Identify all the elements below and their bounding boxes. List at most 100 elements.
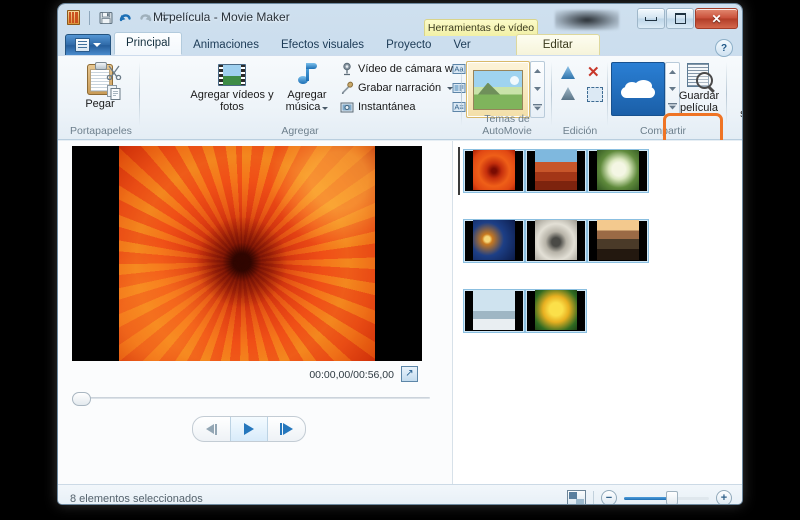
zoom-fill: [624, 497, 670, 500]
chevron-up-icon[interactable]: [533, 68, 542, 74]
clip-thumbnail: [535, 290, 577, 330]
status-divider: [593, 491, 594, 505]
maximize-button[interactable]: [666, 8, 694, 29]
status-bar-right: − +: [567, 490, 732, 504]
play-icon: [244, 423, 254, 435]
video-preview[interactable]: [72, 146, 422, 361]
save-movie-label-line1: Guardar película: [668, 90, 730, 114]
close-button[interactable]: ✕: [695, 8, 738, 29]
automovie-theme-item[interactable]: [466, 61, 530, 118]
group-label-temas-automovie: Temas de AutoMovie: [462, 113, 552, 137]
gallery-expand-icon[interactable]: [533, 104, 542, 111]
fullscreen-button[interactable]: ↗: [401, 366, 418, 382]
ribbon-tab-strip: Principal Animaciones Efectos visuales P…: [58, 34, 742, 55]
storyboard-clip-5[interactable]: [525, 219, 587, 263]
ribbon-group-compartir: Guardar película Iniciar sesión Comparti…: [608, 56, 738, 139]
tab-ver[interactable]: Ver: [442, 35, 481, 55]
fade-out-icon[interactable]: [561, 87, 575, 100]
music-note-icon: [296, 62, 318, 86]
ribbon-group-agregar: Agregar vídeos y fotos Agregar música: [140, 56, 462, 139]
storyboard-clip-6[interactable]: [587, 219, 649, 263]
movie-maker-window: Mi película - Movie Maker Herramientas d…: [58, 4, 742, 504]
storyboard-clip-7[interactable]: [463, 289, 525, 333]
clip-thumbnail: [597, 150, 639, 190]
storyboard-clip-8[interactable]: [525, 289, 587, 333]
webcam-video-label: Vídeo de cámara web: [358, 63, 465, 75]
title-glow: [555, 10, 619, 30]
tab-editar[interactable]: Editar: [516, 34, 600, 55]
group-label-edicion: Edición: [552, 125, 608, 137]
add-music-label: Agregar música: [286, 89, 327, 113]
storyboard-pane[interactable]: [453, 141, 742, 484]
file-menu-button[interactable]: [65, 34, 111, 56]
close-icon: ✕: [711, 13, 721, 25]
record-narration-label: Grabar narración: [358, 82, 441, 94]
screenshot-root: Mi película - Movie Maker Herramientas d…: [0, 0, 800, 520]
add-videos-photos-label: Agregar vídeos y fotos: [190, 89, 274, 113]
onedrive-button[interactable]: [611, 62, 665, 116]
microphone-icon: [340, 81, 354, 95]
playhead-indicator[interactable]: [458, 147, 460, 195]
ribbon-group-temas-automovie: Temas de AutoMovie: [462, 56, 552, 139]
copy-button[interactable]: [106, 84, 122, 100]
chevron-down-icon[interactable]: [533, 86, 542, 92]
storyboard-view-icon[interactable]: [567, 490, 586, 504]
webcam-video-button[interactable]: Vídeo de cámara web: [340, 62, 465, 76]
chevron-down-icon: [93, 43, 101, 47]
tab-animaciones[interactable]: Animaciones: [182, 35, 270, 55]
seek-handle[interactable]: [72, 392, 91, 406]
zoom-slider[interactable]: [624, 491, 709, 504]
paste-button[interactable]: Pegar: [68, 64, 132, 110]
tab-efectos-visuales[interactable]: Efectos visuales: [270, 35, 375, 55]
webcam-icon: [340, 62, 354, 76]
snapshot-button[interactable]: Instantánea: [340, 100, 465, 114]
help-icon[interactable]: ?: [715, 39, 733, 57]
play-button[interactable]: [230, 417, 269, 441]
storyboard-clip-3[interactable]: [587, 149, 649, 193]
remove-red-x-icon[interactable]: ✕: [587, 66, 607, 79]
sign-in-label: Iniciar sesión: [732, 96, 742, 120]
previous-frame-button[interactable]: [193, 417, 230, 441]
snapshot-label: Instantánea: [358, 101, 416, 113]
next-frame-button[interactable]: [268, 417, 305, 441]
fullscreen-icon: ↗: [405, 369, 413, 379]
next-frame-icon: [283, 423, 293, 435]
select-all-icon[interactable]: [587, 87, 603, 102]
theme-thumbnail-icon: [473, 70, 523, 110]
automovie-gallery-scroll[interactable]: [530, 61, 545, 118]
seek-slider[interactable]: [72, 392, 432, 404]
zoom-in-button[interactable]: +: [716, 490, 732, 504]
onedrive-icon: [621, 81, 655, 98]
group-separator: [726, 62, 727, 126]
clip-thumbnail: [473, 290, 515, 330]
chevron-down-icon: [322, 107, 328, 110]
preview-pane: 00:00,00/00:56,00 ↗: [58, 141, 452, 484]
add-videos-photos-button[interactable]: Agregar vídeos y fotos: [190, 64, 274, 113]
group-label-agregar: Agregar: [230, 125, 370, 137]
selection-status-text: 8 elementos seleccionados: [70, 493, 203, 504]
sign-in-button[interactable]: Iniciar sesión: [732, 65, 742, 120]
record-narration-button[interactable]: Grabar narración: [340, 81, 465, 95]
group-label-portapapeles: Portapapeles: [62, 125, 140, 137]
fade-in-icon[interactable]: [561, 66, 575, 79]
storyboard-clip-4[interactable]: [463, 219, 525, 263]
cut-button[interactable]: [106, 64, 122, 80]
zoom-handle[interactable]: [666, 491, 678, 504]
storyboard-clip-2[interactable]: [525, 149, 587, 193]
minimize-button[interactable]: [637, 8, 665, 29]
ribbon: ? Pegar: [58, 55, 742, 140]
ribbon-tabs: Principal Animaciones Efectos visuales P…: [114, 34, 600, 55]
window-controls: ✕: [636, 8, 738, 29]
tab-principal[interactable]: Principal: [114, 32, 182, 55]
minimize-icon: [645, 17, 657, 21]
add-music-button[interactable]: Agregar música: [276, 62, 338, 113]
snapshot-icon: [340, 100, 354, 114]
previous-frame-icon: [206, 424, 214, 434]
tab-proyecto[interactable]: Proyecto: [375, 35, 442, 55]
storyboard-clip-1[interactable]: [463, 149, 525, 193]
agregar-small-column-1: Vídeo de cámara web Grabar narración: [340, 62, 465, 114]
zoom-out-button[interactable]: −: [601, 490, 617, 504]
ribbon-group-edicion: ✕ Edición: [552, 56, 608, 139]
clip-thumbnail: [535, 150, 577, 190]
save-movie-button[interactable]: Guardar película: [668, 63, 730, 114]
